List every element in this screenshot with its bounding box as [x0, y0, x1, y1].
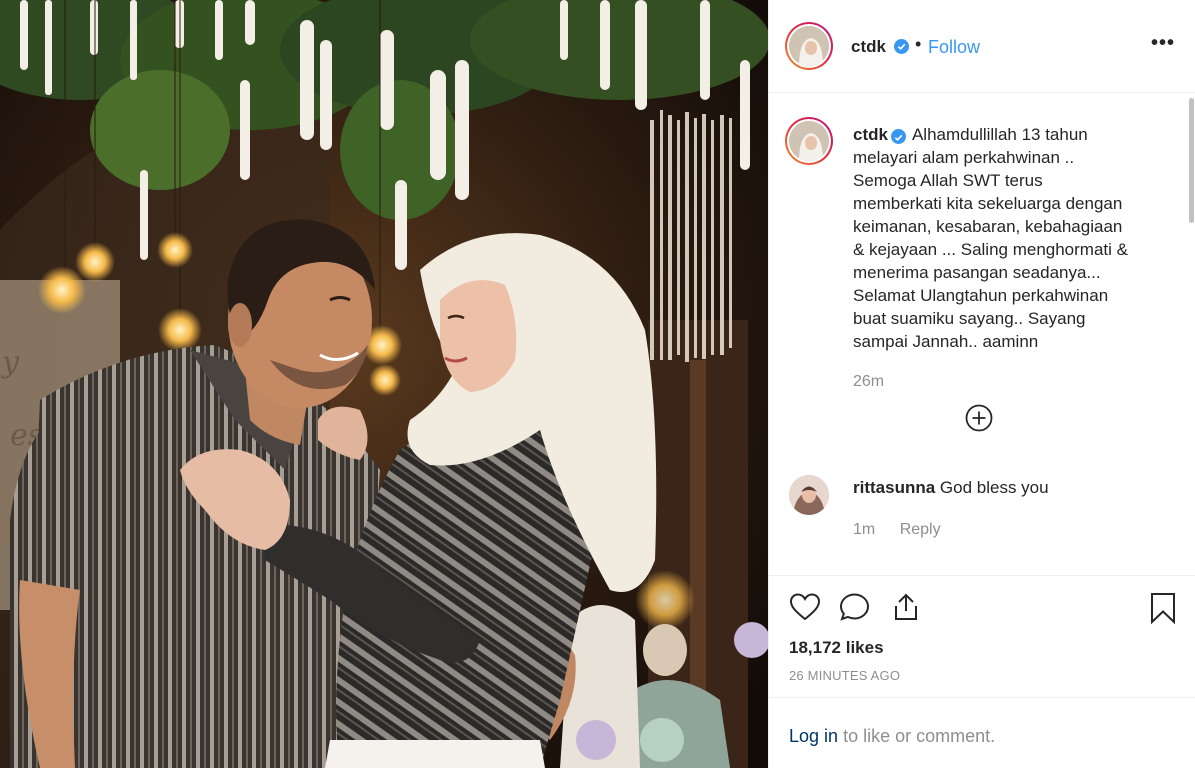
caption-line: Alhamdullillah 13 tahun: [911, 125, 1088, 144]
profile-avatar[interactable]: [785, 22, 833, 70]
separator-dot: •: [915, 34, 922, 54]
commenter-username[interactable]: rittasunna: [853, 478, 935, 497]
share-icon[interactable]: [890, 592, 922, 627]
likes-count[interactable]: 18,172 likes: [789, 638, 884, 658]
svg-text:y: y: [0, 345, 20, 380]
post-timestamp: 26 MINUTES AGO: [789, 668, 901, 683]
caption-line: Selamat Ulangtahun perkahwinan: [853, 286, 1109, 305]
avatar-image: [789, 26, 829, 66]
caption-avatar[interactable]: [785, 117, 833, 165]
heart-icon[interactable]: [789, 592, 821, 627]
comments-scrollbar[interactable]: [1189, 98, 1194, 223]
comment-text: rittasunna God bless you: [853, 478, 1049, 498]
caption-username[interactable]: ctdk: [853, 125, 888, 144]
commenter-avatar[interactable]: [789, 475, 829, 515]
caption-line: melayari alam perkahwinan ..: [853, 148, 1075, 167]
more-options-icon[interactable]: •••: [1151, 32, 1175, 55]
login-text: Log in to like or comment.: [789, 726, 995, 747]
verified-badge-icon: [894, 39, 909, 54]
caption-line: buat suamiku sayang.. Sayang: [853, 309, 1086, 328]
verified-badge-icon: [890, 129, 906, 144]
post-side-panel: ctdk • Follow ••• ctdk Alhamdullillah 13 …: [768, 0, 1195, 768]
post-header: ctdk • Follow •••: [769, 0, 1195, 93]
caption-line: Semoga Allah SWT terus: [853, 171, 1043, 190]
follow-button[interactable]: Follow: [928, 37, 980, 58]
caption-line: keimanan, kesabaran, kebahagiaan: [853, 217, 1123, 236]
post-photo: y esar: [0, 0, 768, 768]
post-caption: ctdk Alhamdullillah 13 tahun melayari ala…: [853, 123, 1168, 353]
avatar-image: [789, 121, 829, 161]
comments-area: ctdk Alhamdullillah 13 tahun melayari ala…: [769, 93, 1195, 573]
comment-meta: 1m Reply: [853, 521, 941, 539]
caption-line: menerima pasangan seadanya...: [853, 263, 1101, 282]
comment-bubble-icon[interactable]: [839, 592, 871, 627]
couple-photo-illustration: y esar: [0, 0, 768, 768]
comment-body: God bless you: [939, 478, 1049, 497]
login-rest: to like or comment.: [843, 726, 996, 746]
caption-line: memberkati kita sekeluarga dengan: [853, 194, 1123, 213]
comment-timestamp: 1m: [853, 521, 876, 538]
caption-line: sampai Jannah.. aaminn: [853, 332, 1039, 351]
login-prompt: Log in to like or comment.: [769, 697, 1195, 769]
header-username[interactable]: ctdk: [851, 37, 886, 57]
caption-line: & kejayaan ... Saling menghormati &: [853, 240, 1128, 259]
caption-timestamp: 26m: [853, 373, 885, 390]
post-actions: 18,172 likes 26 MINUTES AGO: [769, 575, 1195, 696]
plus-circle-icon[interactable]: [965, 404, 993, 432]
login-link[interactable]: Log in: [789, 726, 838, 746]
bookmark-icon[interactable]: [1149, 592, 1177, 629]
reply-button[interactable]: Reply: [900, 521, 941, 538]
